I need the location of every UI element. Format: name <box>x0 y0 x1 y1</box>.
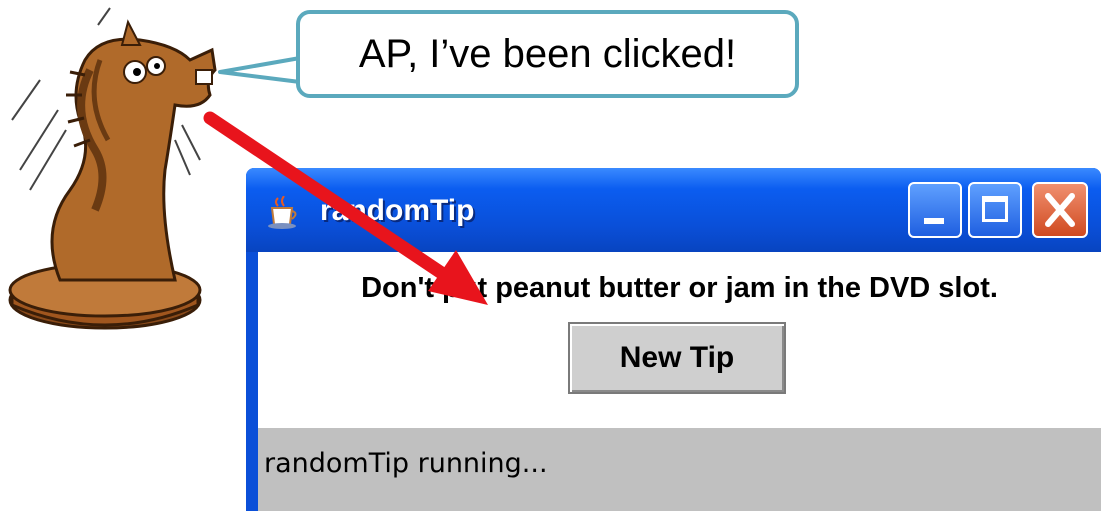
new-tip-button[interactable]: New Tip <box>568 322 786 394</box>
status-bar: randomTip running... <box>258 428 1101 511</box>
tip-label: Don't put peanut butter or jam in the DV… <box>361 272 998 304</box>
title-bar[interactable]: randomTip <box>246 168 1101 252</box>
speech-bubble-text: AP, I’ve been clicked! <box>358 31 737 76</box>
window-content: Don't put peanut butter or jam in the DV… <box>258 252 1101 511</box>
java-cup-icon <box>268 196 297 229</box>
close-icon <box>1045 193 1075 227</box>
minimize-icon <box>924 218 944 224</box>
app-window: randomTip Don't put peanut butter or jam… <box>246 168 1101 511</box>
knight-character-image <box>8 7 217 330</box>
close-button[interactable] <box>1032 182 1088 238</box>
speech-bubble-tail <box>218 56 301 84</box>
window-title: randomTip <box>320 194 475 227</box>
maximize-icon <box>982 196 1008 222</box>
status-text: randomTip running... <box>264 448 548 479</box>
maximize-button[interactable] <box>968 182 1022 238</box>
minimize-button[interactable] <box>908 182 962 238</box>
speech-bubble: AP, I’ve been clicked! <box>296 10 799 98</box>
